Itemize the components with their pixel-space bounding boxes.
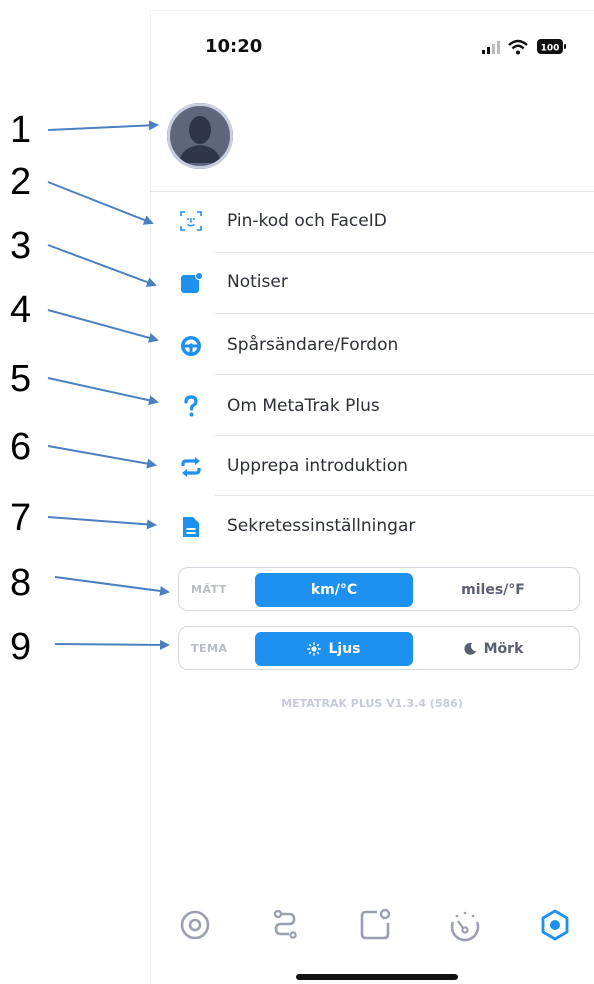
annotation-arrow <box>54 639 170 650</box>
annotation-arrow <box>47 120 159 131</box>
annotation-arrow <box>47 244 157 287</box>
annotation-arrow <box>47 309 159 343</box>
annotation-arrow <box>47 516 157 530</box>
route-icon[interactable] <box>265 905 305 945</box>
settings-hexagon-icon[interactable] <box>535 905 575 945</box>
notification-square-icon[interactable] <box>355 905 395 945</box>
target-icon[interactable] <box>175 905 215 945</box>
annotation-arrow <box>47 377 159 406</box>
annotation-arrow <box>54 576 170 596</box>
annotation-arrow <box>47 181 154 225</box>
annotation-arrows <box>47 120 170 650</box>
home-indicator <box>296 974 458 980</box>
annotation-arrow <box>47 445 157 469</box>
speedometer-icon[interactable] <box>445 905 485 945</box>
